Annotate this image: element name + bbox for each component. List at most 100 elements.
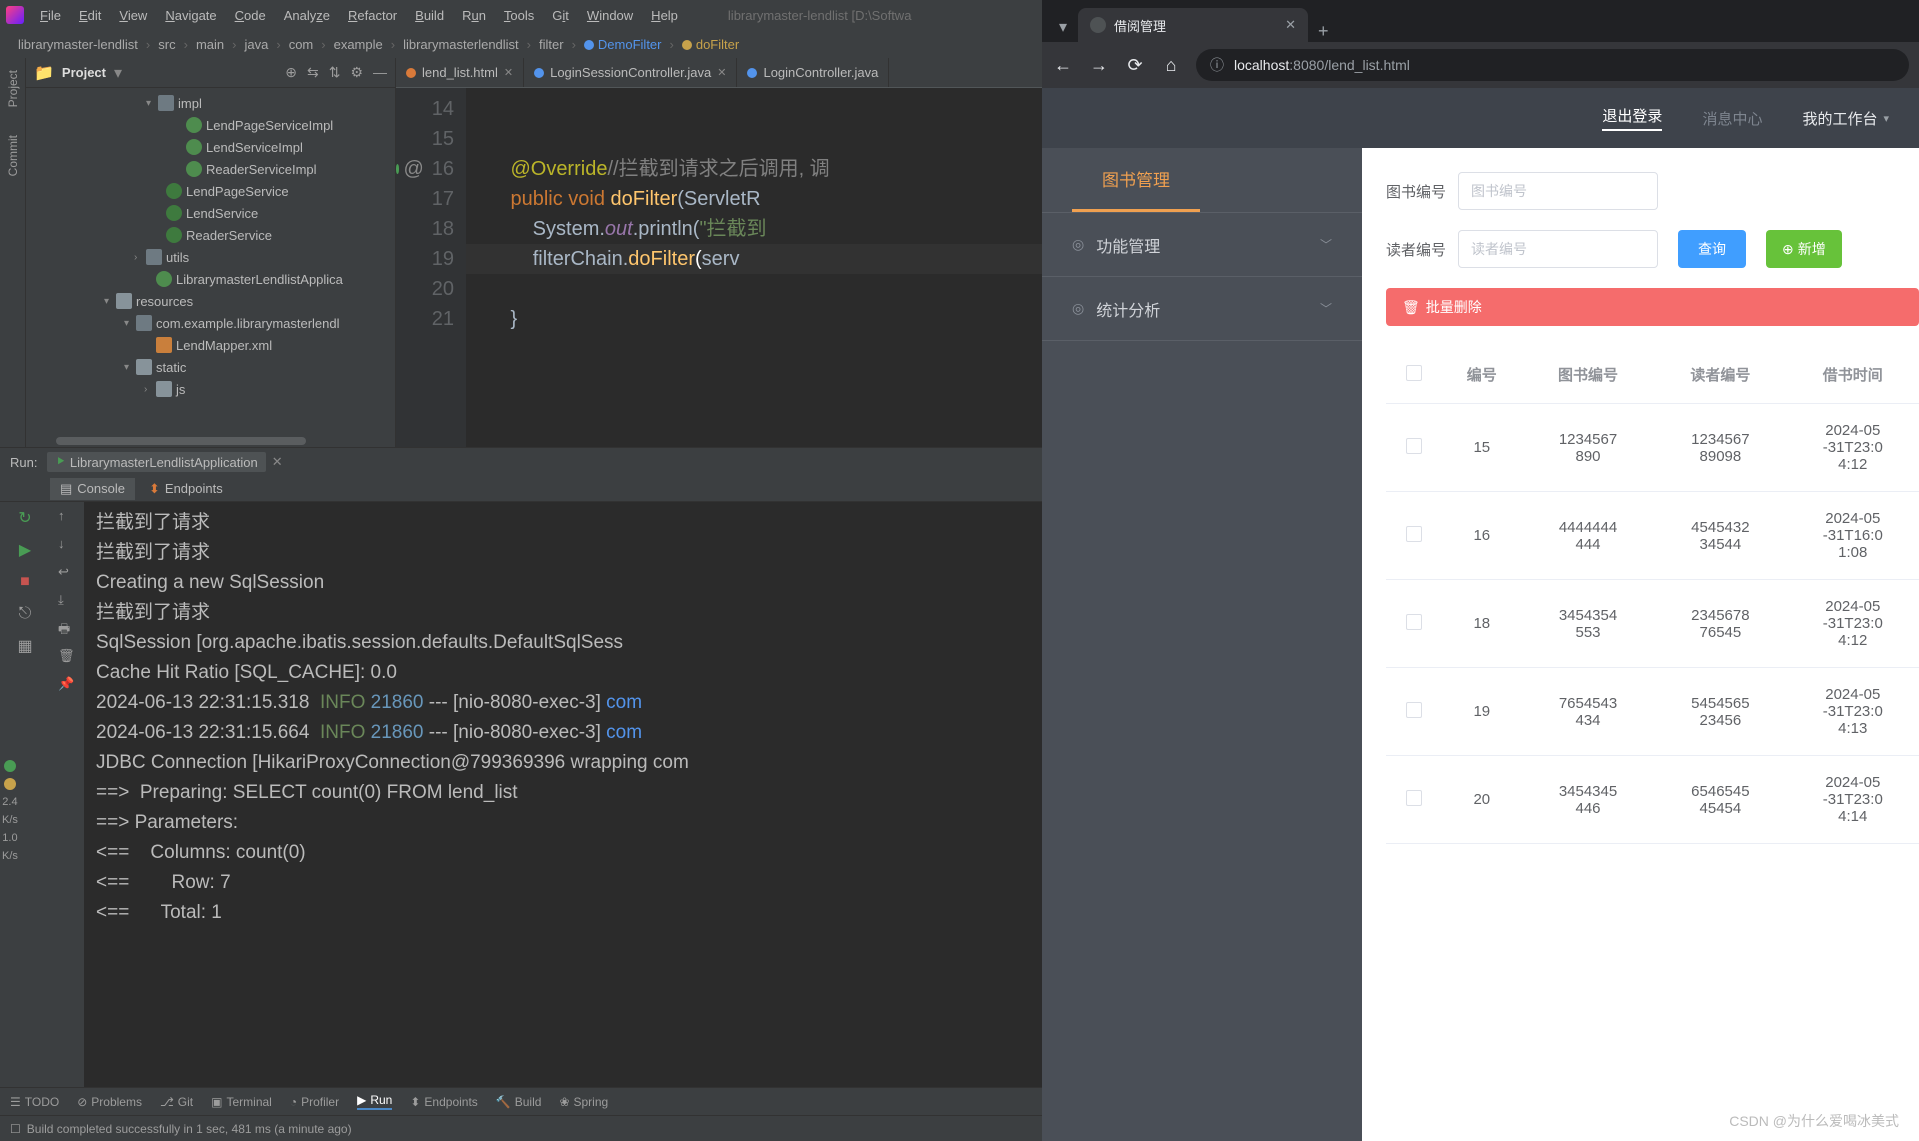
console-tab[interactable]: ▤Console (50, 478, 135, 500)
table-row[interactable]: 1644444444444545432345442024-05-31T16:01… (1386, 492, 1919, 580)
msg-center-link[interactable]: 消息中心 (1702, 108, 1762, 129)
layout-button[interactable]: ▦ (15, 636, 35, 656)
menu-code[interactable]: Code (227, 5, 274, 26)
git-tab[interactable]: ⎇ Git (160, 1095, 193, 1109)
up-icon[interactable]: ↑ (58, 508, 76, 526)
add-button[interactable]: ⊕新增 (1766, 230, 1842, 268)
address-bar[interactable]: ⓘ localhost:8080/lend_list.html (1196, 49, 1909, 81)
menu-build[interactable]: Build (407, 5, 452, 26)
sidebar-title[interactable]: 图书管理 (1072, 148, 1200, 212)
sidebar-item-function[interactable]: ◎ 功能管理 ﹀ (1042, 213, 1362, 277)
menu-file[interactable]: File (32, 5, 69, 26)
menu-run[interactable]: Run (454, 5, 494, 26)
scroll-icon[interactable]: ⤓ (58, 592, 76, 610)
profiler-tab[interactable]: ◔ Profiler (290, 1095, 339, 1109)
console-output[interactable]: 拦截到了请求拦截到了请求Creating a new SqlSession拦截到… (84, 502, 1042, 1087)
row-checkbox[interactable] (1406, 702, 1422, 718)
reload-button[interactable]: ⟳ (1124, 55, 1146, 76)
expand-all-icon[interactable]: ⇆ (307, 64, 319, 81)
menu-navigate[interactable]: Navigate (157, 5, 224, 26)
collapse-all-icon[interactable]: ⇅ (329, 64, 341, 81)
run-tab[interactable]: ▶ Run (357, 1093, 392, 1110)
site-info-icon[interactable]: ⓘ (1210, 55, 1224, 75)
override-gutter-icon[interactable] (396, 164, 399, 174)
close-icon[interactable]: ✕ (504, 66, 513, 79)
menu-window[interactable]: Window (579, 5, 641, 26)
table-row[interactable]: 1834543545532345678765452024-05-31T23:04… (1386, 580, 1919, 668)
crumb[interactable]: java (238, 35, 274, 54)
wrap-icon[interactable]: ↩ (58, 564, 76, 582)
build-tab[interactable]: 🔨 Build (496, 1095, 542, 1109)
settings-icon[interactable]: ⚙ (350, 64, 363, 81)
project-tree[interactable]: ▾impl LendPageServiceImpl LendServiceImp… (26, 88, 395, 447)
stop-button[interactable]: ■ (15, 572, 35, 592)
sidebar-item-stats[interactable]: ◎ 统计分析 ﹀ (1042, 277, 1362, 341)
crumb-class[interactable]: DemoFilter (578, 35, 668, 54)
workbench-link[interactable]: 我的工作台▾ (1802, 108, 1889, 129)
row-checkbox[interactable] (1406, 438, 1422, 454)
row-checkbox[interactable] (1406, 614, 1422, 630)
crumb[interactable]: filter (533, 35, 570, 54)
menu-view[interactable]: View (111, 5, 155, 26)
menu-analyze[interactable]: Analyze (276, 5, 338, 26)
close-icon[interactable]: ✕ (717, 66, 726, 79)
crumb[interactable]: src (152, 35, 181, 54)
endpoints-tab[interactable]: ⬍Endpoints (139, 478, 233, 500)
editor-tab[interactable]: lend_list.html✕ (396, 58, 524, 87)
close-icon[interactable]: ✕ (1285, 17, 1296, 33)
pin-icon[interactable]: 📌 (58, 676, 76, 694)
reader-id-input[interactable] (1458, 230, 1658, 268)
back-button[interactable]: ← (1052, 55, 1074, 76)
menu-edit[interactable]: Edit (71, 5, 109, 26)
batch-delete-button[interactable]: 🗑批量删除 (1386, 288, 1919, 326)
spring-tab[interactable]: ❀ Spring (559, 1095, 608, 1109)
tab-search-icon[interactable]: ▾ (1048, 12, 1078, 42)
menu-tools[interactable]: Tools (496, 5, 542, 26)
clear-icon[interactable]: 🗑 (58, 648, 76, 666)
print-icon[interactable]: 🖶 (58, 620, 76, 638)
endpoints-tab-b[interactable]: ⬍ Endpoints (410, 1095, 477, 1109)
crumb[interactable]: librarymaster-lendlist (12, 35, 144, 54)
rerun-button[interactable]: ↻ (15, 508, 35, 528)
table-row[interactable]: 1512345678901234567890982024-05-31T23:04… (1386, 404, 1919, 492)
checkbox-all[interactable] (1406, 365, 1422, 381)
run-button[interactable]: ▶ (15, 540, 35, 560)
down-icon[interactable]: ↓ (58, 536, 76, 554)
table-row[interactable]: 2034543454466546545454542024-05-31T23:04… (1386, 756, 1919, 844)
code-editor[interactable]: 14 15 @16 17 18 19 20 21 @Override//拦截到请… (396, 88, 1042, 447)
run-config[interactable]: ⯈LibrarymasterLendlistApplication (47, 452, 265, 472)
dump-button[interactable]: ⎋ (15, 604, 35, 624)
editor-tab[interactable]: LoginController.java (737, 58, 889, 87)
net-indicators: 2.4K/s 1.0K/s (2, 760, 18, 862)
project-tool-tab[interactable]: Project (4, 66, 22, 111)
pin-icon: ◎ (1072, 300, 1084, 317)
table-row[interactable]: 1976545434345454565234562024-05-31T23:04… (1386, 668, 1919, 756)
forward-button[interactable]: → (1088, 55, 1110, 76)
hide-icon[interactable]: — (373, 64, 387, 81)
book-id-input[interactable] (1458, 172, 1658, 210)
select-opened-icon[interactable]: ⊕ (285, 64, 297, 81)
terminal-tab[interactable]: ▣ Terminal (211, 1095, 272, 1109)
menu-help[interactable]: Help (643, 5, 686, 26)
row-checkbox[interactable] (1406, 526, 1422, 542)
tree-scrollbar[interactable] (26, 437, 395, 447)
new-tab-button[interactable]: + (1308, 21, 1339, 42)
close-icon[interactable]: ✕ (272, 454, 283, 470)
crumb[interactable]: librarymasterlendlist (397, 35, 525, 54)
row-checkbox[interactable] (1406, 790, 1422, 806)
crumb[interactable]: example (328, 35, 389, 54)
problems-tab[interactable]: ⊘ Problems (77, 1095, 142, 1109)
crumb[interactable]: main (190, 35, 230, 54)
crumb-method[interactable]: doFilter (676, 35, 745, 54)
todo-tab[interactable]: ☰ TODO (10, 1095, 59, 1109)
menu-refactor[interactable]: Refactor (340, 5, 405, 26)
commit-tool-tab[interactable]: Commit (4, 131, 22, 180)
trash-icon: 🗑 (1402, 299, 1420, 316)
query-button[interactable]: 查询 (1678, 230, 1746, 268)
home-button[interactable]: ⌂ (1160, 55, 1182, 76)
editor-tab[interactable]: LoginSessionController.java✕ (524, 58, 737, 87)
crumb[interactable]: com (283, 35, 320, 54)
menu-git[interactable]: Git (544, 5, 577, 26)
logout-link[interactable]: 退出登录 (1602, 105, 1662, 131)
browser-tab[interactable]: 借阅管理 ✕ (1078, 8, 1308, 42)
